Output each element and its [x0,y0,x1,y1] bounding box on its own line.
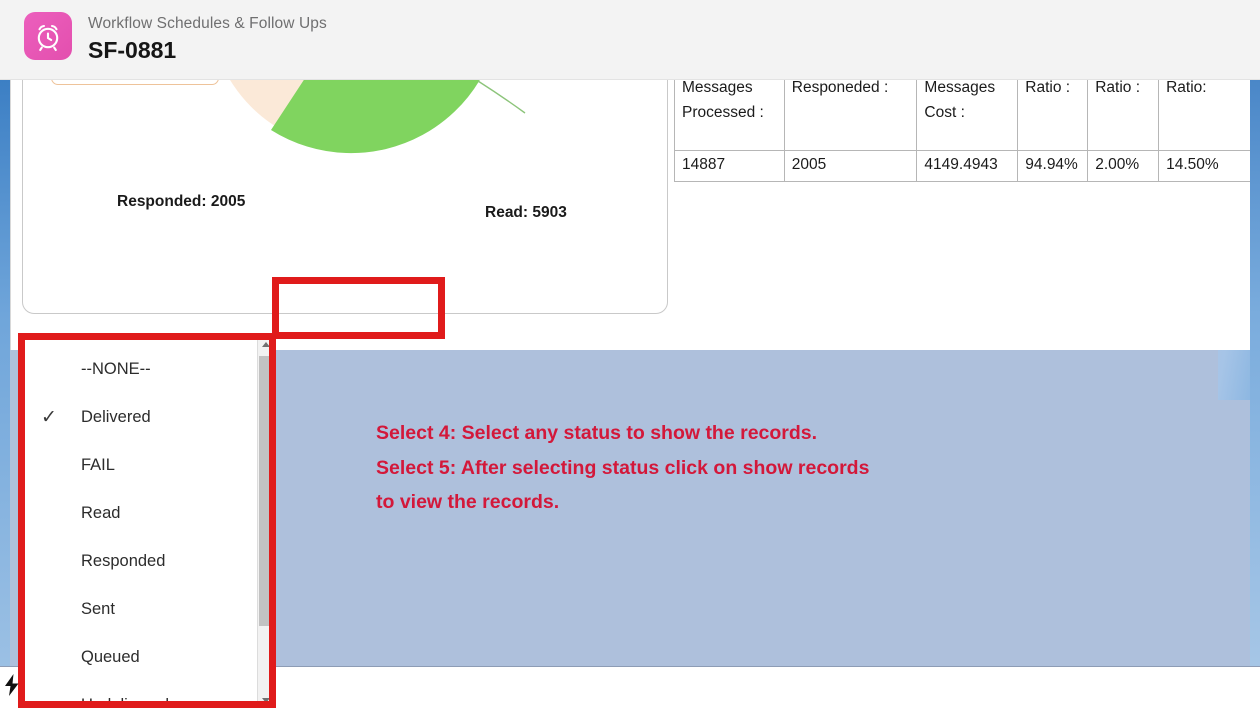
instruction-annotation: Select 4: Select any status to show the … [376,416,869,520]
check-icon-delivered: ✓ [41,408,81,427]
dropdown-option-label: Queued [81,649,140,666]
dropdown-option-read[interactable]: Read [25,489,259,537]
td-total-messages-responded: 2005 [784,151,917,182]
app-header: Workflow Schedules & Follow Ups SF-0881 [0,0,1260,80]
table-header-row: Total Messages Processed : Total Message… [675,80,1251,151]
alarm-clock-glyph [32,20,64,52]
lightning-bolt-icon [4,674,20,701]
th-total-messages-responded: Total Messages Responeded : [784,80,917,151]
instruction-line-1: Select 4: Select any status to show the … [376,416,869,451]
dropdown-option-delivered[interactable]: ✓ Delivered [25,393,259,441]
chart-panel: Responded: 2005 Read: 5903 [22,80,668,314]
dropdown-option-queued[interactable]: Queued [25,633,259,681]
td-total-messages-cost: 4149.4943 [917,151,1018,182]
dropdown-option-label: FAIL [81,457,115,474]
dropdown-scrollbar[interactable] [257,337,272,708]
th-success-ratio: Sucess Ratio : [1018,80,1088,151]
td-success-ratio: 94.94% [1018,151,1088,182]
pie-label-responded: Responded: 2005 [117,193,245,211]
alarm-clock-icon [24,12,72,60]
dropdown-option-none[interactable]: --NONE-- [25,345,259,393]
td-response-ratio: 14.50% [1159,151,1250,182]
dropdown-option-fail[interactable]: FAIL [25,441,259,489]
status-dropdown-menu[interactable]: --NONE-- ✓ Delivered FAIL Read Responded… [24,337,273,708]
scroll-down-arrow-icon[interactable] [258,693,273,708]
th-total-messages-processed: Total Messages Processed : [675,80,785,151]
th-response-ratio: Response Ratio: [1159,80,1250,151]
summary-stats-table: Total Messages Processed : Total Message… [674,80,1250,182]
dropdown-option-label: Read [81,505,120,522]
table-row: 14887 2005 4149.4943 94.94% 2.00% 14.50% [675,151,1251,182]
card-left-edge [10,80,11,350]
chart-legend-chip [51,80,219,85]
dropdown-option-label: Undelivered [81,697,169,708]
instruction-line-3: to view the records. [376,485,869,520]
td-opt-out-ratio: 2.00% [1088,151,1159,182]
dropdown-option-sent[interactable]: Sent [25,585,259,633]
header-subtitle: Workflow Schedules & Follow Ups [88,14,327,34]
th-total-messages-cost: Total Messages Cost : [917,80,1018,151]
dropdown-option-label: Responded [81,553,165,570]
dropdown-option-label: Delivered [81,409,151,426]
main-content-card: Responded: 2005 Read: 5903 Total Message… [10,80,1250,350]
dropdown-option-undelivered[interactable]: Undelivered [25,681,259,708]
td-total-messages-processed: 14887 [675,151,785,182]
dropdown-option-list: --NONE-- ✓ Delivered FAIL Read Responded… [25,337,259,708]
window-frame-right [1250,80,1260,666]
app-screenshot: Responded: 2005 Read: 5903 Total Message… [0,0,1260,708]
scrollbar-thumb[interactable] [259,356,272,626]
pie-label-read: Read: 5903 [485,204,567,222]
instruction-line-2: Select 5: After selecting status click o… [376,451,869,486]
window-frame-left [0,80,10,666]
bolt-glyph [4,674,20,696]
th-opt-out-ratio: Opt Out Ratio : [1088,80,1159,151]
page-title: SF-0881 [88,36,327,64]
scroll-up-arrow-icon[interactable] [258,337,273,352]
dropdown-option-responded[interactable]: Responded [25,537,259,585]
dropdown-option-label: Sent [81,601,115,618]
dropdown-option-label: --NONE-- [81,361,151,378]
